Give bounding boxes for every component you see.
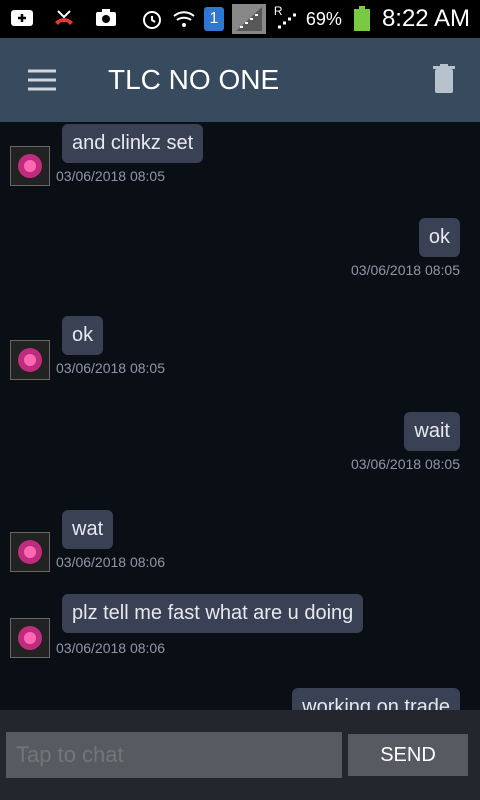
message-bubble: ok <box>62 316 104 355</box>
missed-call-icon <box>52 6 76 30</box>
status-left-icons <box>10 6 118 30</box>
send-button[interactable]: SEND <box>348 734 468 776</box>
chat-history[interactable]: and clinkz set 03/06/2018 08:05 ok 03/06… <box>0 122 480 710</box>
camera-icon <box>94 6 118 30</box>
chat-input[interactable] <box>6 732 342 778</box>
status-time: 8:22 AM <box>381 5 470 32</box>
message-bubble: ok <box>418 218 460 257</box>
app-bar: TLC NO ONE <box>0 38 480 122</box>
signal-roaming-icon: R <box>273 4 298 31</box>
avatar <box>10 618 50 658</box>
chat-title: TLC NO ONE <box>108 64 280 95</box>
battery-icon <box>350 6 374 31</box>
avatar <box>10 340 50 380</box>
status-bar: 1 R 69% 8:22 AM <box>0 0 480 38</box>
message-timestamp: 03/06/2018 08:05 <box>351 262 460 278</box>
roaming-indicator: R <box>273 4 283 18</box>
message-timestamp: 03/06/2018 08:05 <box>56 168 165 184</box>
menu-icon[interactable] <box>28 68 56 92</box>
trash-icon[interactable] <box>432 64 456 96</box>
sim-icon: 1 <box>203 7 224 31</box>
avatar <box>10 532 50 572</box>
message-bubble: wat <box>62 510 114 549</box>
message-bubble: and clinkz set <box>62 124 204 163</box>
sim-badge: 1 <box>209 10 219 27</box>
message-timestamp: 03/06/2018 08:06 <box>56 554 165 570</box>
wifi-icon <box>172 7 196 31</box>
message-bubble: plz tell me fast what are u doing <box>62 594 364 633</box>
message-timestamp: 03/06/2018 08:05 <box>56 360 165 376</box>
composer: SEND <box>0 710 480 800</box>
avatar <box>10 146 50 186</box>
status-right-icons: 1 R 69% 8:22 AM <box>140 4 470 34</box>
message-timestamp: 03/06/2018 08:06 <box>56 640 165 656</box>
alarm-icon <box>140 7 164 31</box>
signal-icon <box>231 4 266 34</box>
message-bubble: wait <box>404 412 460 451</box>
add-icon <box>10 6 34 30</box>
battery-percentage: 69% <box>305 8 342 29</box>
message-bubble: working on trade <box>292 688 460 710</box>
message-timestamp: 03/06/2018 08:05 <box>351 456 460 472</box>
